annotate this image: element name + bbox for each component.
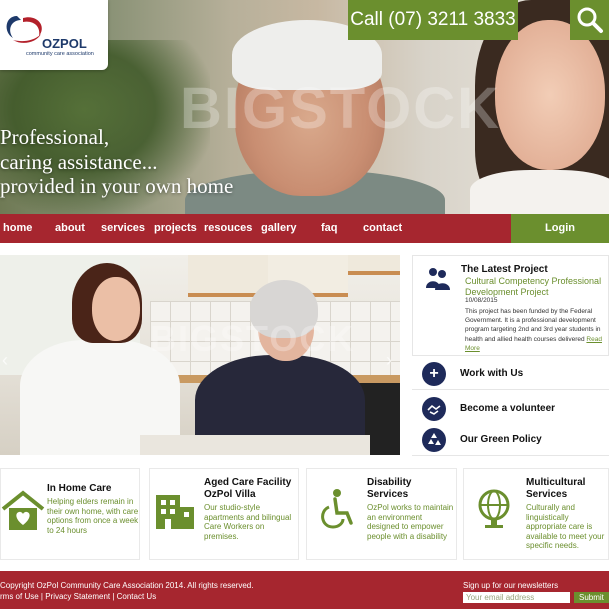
latest-project-title: The Latest Project: [461, 264, 548, 275]
handshake-icon: [422, 397, 446, 421]
work-with-us-label: Work with Us: [460, 368, 524, 379]
nav-resources[interactable]: resouces: [204, 214, 252, 243]
plus-icon: +: [422, 362, 446, 386]
service-card-multicultural[interactable]: Multicultural Services Culturally and li…: [463, 468, 609, 560]
search-button[interactable]: [570, 0, 609, 40]
newsletter-email-input[interactable]: Your email address: [463, 592, 570, 603]
hero-woman-face: [495, 20, 605, 170]
tagline-line: caring assistance...: [0, 149, 158, 174]
site-footer: Copyright OzPol Community Care Associati…: [0, 571, 609, 609]
latest-project-date: 10/08/2015: [465, 297, 498, 304]
logo-subtitle: community care association: [26, 51, 94, 57]
volunteer-label: Become a volunteer: [460, 403, 556, 414]
photo-table: [140, 435, 370, 455]
service-title: Multicultural Services: [526, 477, 586, 500]
hero-woman-body: [470, 170, 609, 214]
tagline-line: Professional,: [0, 125, 110, 149]
latest-project-panel: The Latest Project Cultural Competency P…: [412, 255, 609, 356]
green-policy-label: Our Green Policy: [460, 434, 542, 445]
service-card-aged-care[interactable]: Aged Care Facility OzPol Villa Our studi…: [149, 468, 299, 560]
work-with-us-link[interactable]: + Work with Us: [412, 358, 609, 390]
newsletter-label: Sign up for our newsletters: [463, 581, 559, 590]
photo-cabinet: [348, 255, 400, 275]
logo-name: OZPOL: [42, 36, 87, 51]
slider-next-arrow[interactable]: ›: [386, 350, 398, 370]
service-text: Helping elders remain in their own home,…: [47, 497, 139, 535]
photo-carer-face: [92, 277, 140, 341]
slider-photo: [0, 255, 400, 455]
service-text: Our studio-style apartments and bilingua…: [204, 503, 292, 541]
service-title: Aged Care Facility OzPol Villa: [204, 477, 292, 500]
globe-icon: [478, 489, 510, 528]
nav-about[interactable]: about: [55, 214, 85, 243]
copyright-text: Copyright OzPol Community Care Associati…: [0, 581, 254, 590]
hero-tagline: Professional, caring assistance... provi…: [0, 125, 233, 199]
recycle-icon: [422, 428, 446, 452]
tagline-line: provided in your own home: [0, 174, 234, 198]
service-title: In Home Care: [47, 483, 112, 494]
latest-project-text: This project has been funded by the Fede…: [465, 307, 609, 353]
nav-faq[interactable]: faq: [321, 214, 338, 243]
people-icon: [426, 268, 450, 290]
footer-links[interactable]: rms of Use | Privacy Statement | Contact…: [0, 592, 156, 601]
nav-services[interactable]: services: [101, 214, 145, 243]
search-icon: [577, 7, 603, 33]
nav-home[interactable]: home: [3, 214, 32, 243]
nav-gallery[interactable]: gallery: [261, 214, 296, 243]
site-logo[interactable]: OZPOL community care association: [0, 0, 108, 70]
nav-contact[interactable]: contact: [363, 214, 402, 243]
building-icon: [156, 495, 194, 529]
service-text: Culturally and linguistically appropriat…: [526, 503, 605, 550]
wheelchair-icon: [321, 489, 353, 529]
nav-projects[interactable]: projects: [154, 214, 197, 243]
volunteer-link[interactable]: Become a volunteer: [412, 393, 609, 425]
service-card-in-home-care[interactable]: In Home Care Helping elders remain in th…: [0, 468, 140, 560]
latest-project-subtitle[interactable]: Cultural Competency Professional Develop…: [465, 276, 609, 298]
latest-project-body: This project has been funded by the Fede…: [465, 308, 601, 343]
service-card-disability[interactable]: Disability Services OzPol works to maint…: [306, 468, 457, 560]
photo-elder-hair: [250, 280, 318, 338]
newsletter-submit-button[interactable]: Submit: [574, 592, 609, 603]
house-heart-icon: [1, 490, 45, 530]
phone-number[interactable]: Call (07) 3211 3833: [348, 0, 518, 40]
service-title: Disability Services: [367, 477, 412, 500]
login-button[interactable]: Login: [511, 214, 609, 243]
green-policy-link[interactable]: Our Green Policy: [412, 424, 609, 456]
service-text: OzPol works to maintain an environment d…: [367, 503, 454, 541]
slider-prev-arrow[interactable]: ‹: [2, 350, 14, 370]
